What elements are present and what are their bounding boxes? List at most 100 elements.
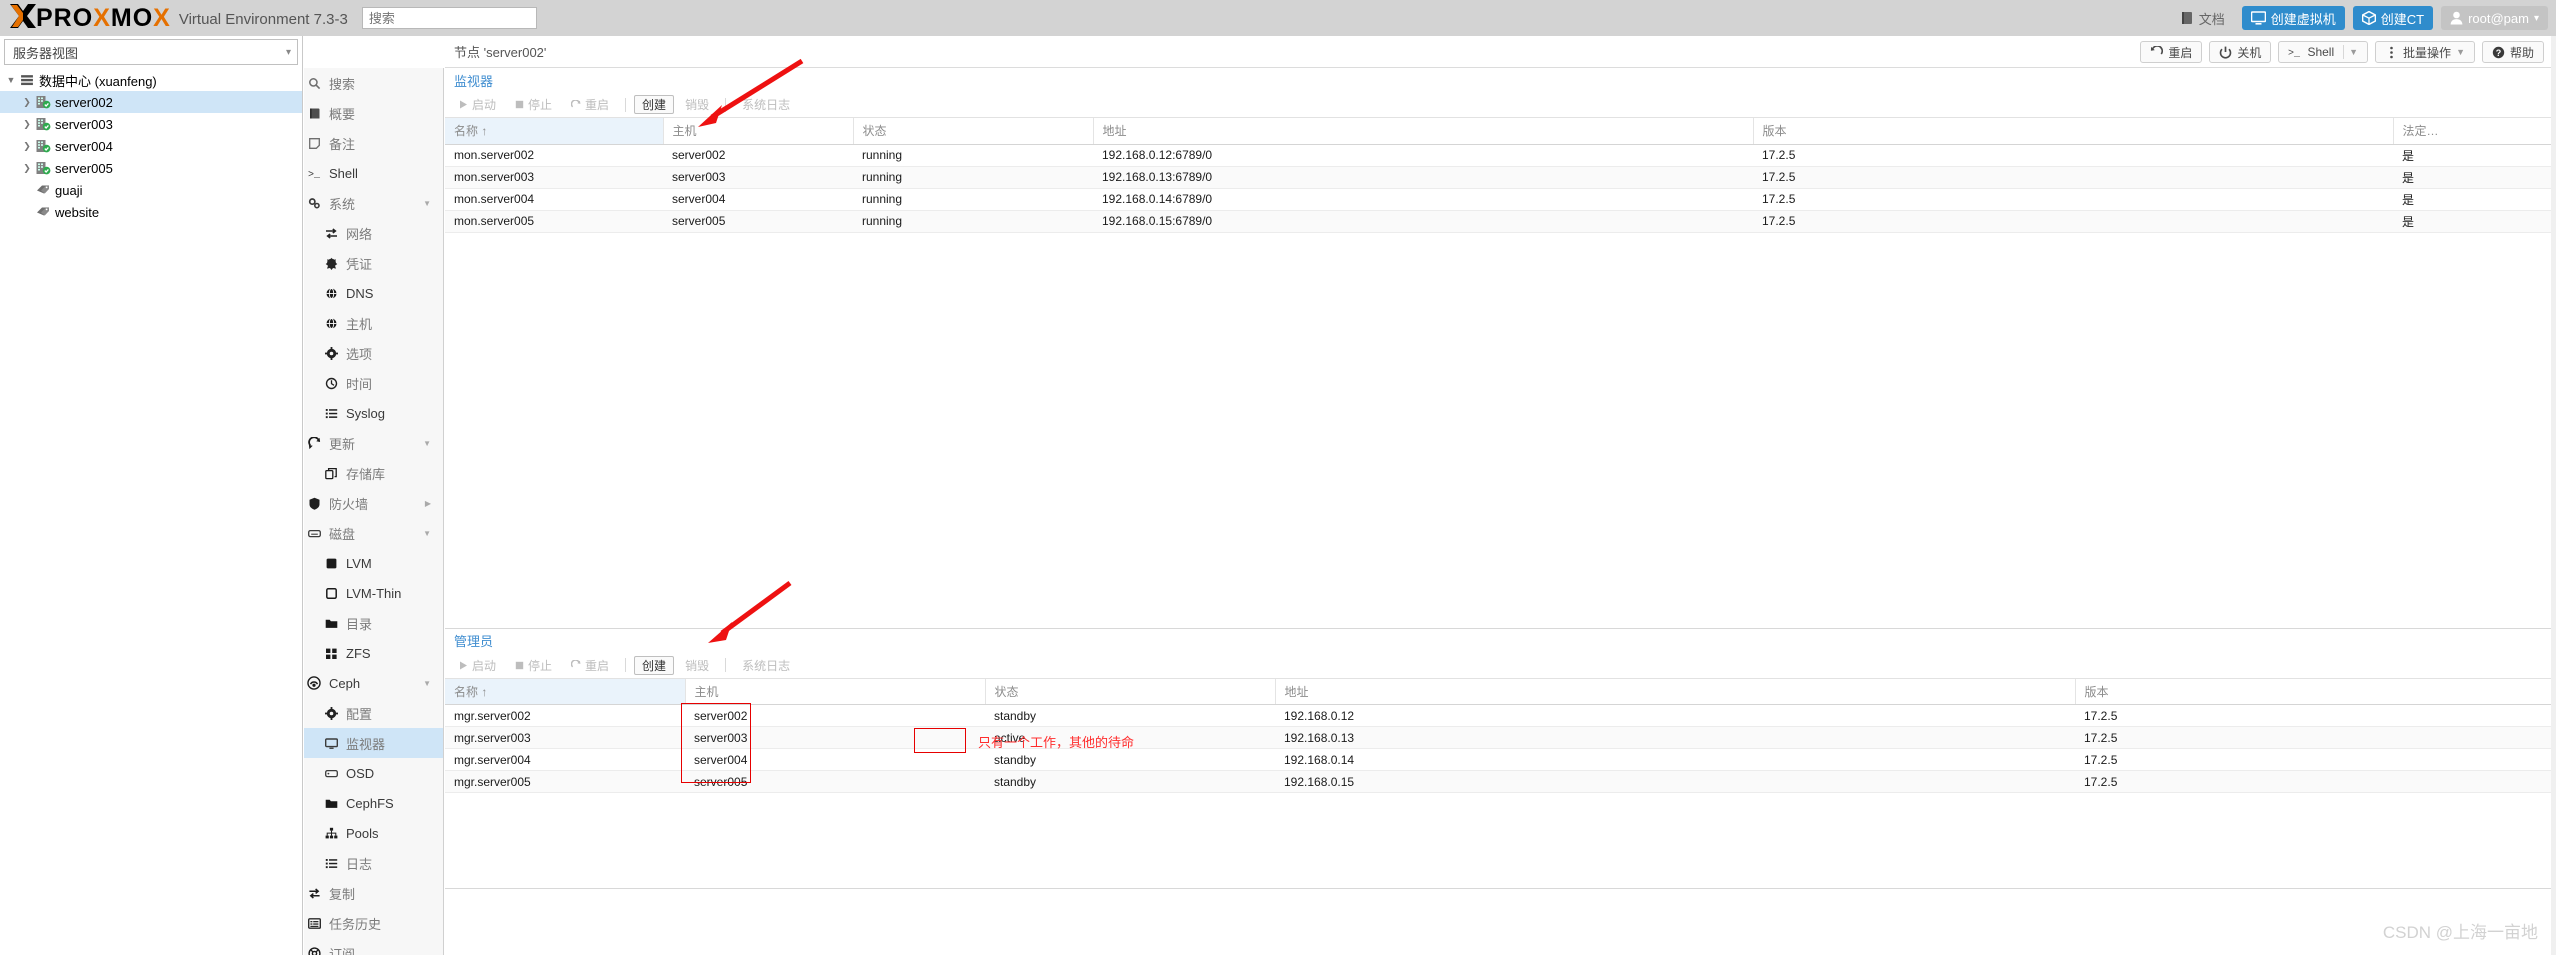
tree-item-server002[interactable]: ❯ server002 [0, 91, 302, 113]
node-action-[interactable]: 批量操作 ▼ [2375, 41, 2475, 63]
menu-item-[interactable]: 日志 [304, 848, 443, 878]
menu-item-dns[interactable]: DNS [304, 278, 443, 308]
vertical-scrollbar[interactable] [2551, 36, 2556, 955]
chevron-down-icon[interactable]: ▼ [2349, 47, 2358, 57]
menu-item-label: 备注 [329, 136, 356, 152]
monitor-restart-button[interactable]: 重启 [563, 95, 617, 114]
menu-item-[interactable]: 概要 [304, 98, 443, 128]
table-row[interactable]: mgr.server004 server004 standby 192.168.0.1… [445, 748, 2556, 771]
column-header[interactable]: 地址 [1275, 678, 2076, 705]
column-header[interactable]: 名称 ↑ [445, 678, 686, 705]
menu-item-[interactable]: 备注 [304, 128, 443, 158]
menu-item-[interactable]: 更新 ▼ [304, 428, 443, 458]
column-header[interactable]: 法定… [2393, 118, 2556, 145]
menu-item-lvmthin[interactable]: LVM-Thin [304, 578, 443, 608]
menu-item-cephfs[interactable]: CephFS [304, 788, 443, 818]
node-action-[interactable]: 关机 [2209, 41, 2272, 63]
manager-syslog-button[interactable]: 系统日志 [734, 656, 798, 675]
menu-item-ceph[interactable]: Ceph ▼ [304, 668, 443, 698]
menu-item-[interactable]: 存储库 [304, 458, 443, 488]
table-row[interactable]: mgr.server005 server005 standby 192.168.0.1… [445, 770, 2556, 793]
table-row[interactable]: mon.server002 server002 running 192.168.0.1… [445, 144, 2556, 167]
chevron-right-icon[interactable]: ❯ [20, 97, 34, 107]
menu-item-pools[interactable]: Pools [304, 818, 443, 848]
menu-item-[interactable]: 任务历史 [304, 908, 443, 938]
column-header[interactable]: 版本 [1753, 118, 2394, 145]
node-action-shell[interactable]: >_ Shell ▼ [2278, 41, 2369, 63]
manager-start-button[interactable]: 启动 [451, 656, 504, 675]
menu-item-[interactable]: 凭证 [304, 248, 443, 278]
menu-item-lvm[interactable]: LVM [304, 548, 443, 578]
manager-create-button[interactable]: 创建 [634, 655, 675, 675]
chevron-down-icon[interactable]: ▼ [423, 439, 431, 448]
manager-restart-button[interactable]: 重启 [563, 656, 617, 675]
monitor-stop-button[interactable]: 停止 [507, 95, 560, 114]
tree-item-label: server005 [55, 160, 113, 176]
tree-item-guaji[interactable]: guaji [0, 179, 302, 201]
menu-item-osd[interactable]: OSD [304, 758, 443, 788]
monitor-start-button[interactable]: 启动 [451, 95, 504, 114]
menu-item-[interactable]: 磁盘 ▼ [304, 518, 443, 548]
chevron-right-icon[interactable]: ❯ [20, 163, 34, 173]
tree-item-server003[interactable]: ❯ server003 [0, 113, 302, 135]
node-action-[interactable]: 重启 [2140, 41, 2203, 63]
manager-table-empty-space [445, 793, 2556, 888]
menu-item-[interactable]: 选项 [304, 338, 443, 368]
monitor-destroy-button[interactable]: 销毁 [677, 95, 717, 114]
cell-name: mon.server002 [445, 144, 663, 167]
manager-destroy-button[interactable]: 销毁 [677, 656, 717, 675]
menu-item-[interactable]: 复制 [304, 878, 443, 908]
docs-button[interactable]: 文档 [2170, 6, 2234, 30]
chevron-right-icon[interactable]: ❯ [20, 141, 34, 151]
create-ct-button[interactable]: 创建CT [2352, 6, 2434, 30]
monitor-create-button[interactable]: 创建 [634, 95, 675, 114]
column-header[interactable]: 主机 [663, 118, 854, 145]
menu-item-[interactable]: 目录 [304, 608, 443, 638]
table-row[interactable]: mon.server005 server005 running 192.168.0.1… [445, 210, 2556, 233]
menu-item-[interactable]: 搜索 [304, 68, 443, 98]
node-action-[interactable]: ? 帮助 [2481, 41, 2544, 63]
tree-item-server004[interactable]: ❯ server004 [0, 135, 302, 157]
table-row[interactable]: mon.server003 server003 running 192.168.0.1… [445, 166, 2556, 189]
column-header[interactable]: 版本 [2075, 678, 2556, 705]
column-header[interactable]: 地址 [1093, 118, 1754, 145]
view-selector[interactable]: 服务器视图 ▾ [4, 39, 298, 65]
create-vm-button[interactable]: 创建虚拟机 [2241, 6, 2345, 30]
user-menu-button[interactable]: root@pam ▾ [2441, 6, 2548, 30]
menu-item-[interactable]: 系统 ▼ [304, 188, 443, 218]
table-row[interactable]: mgr.server003 server003 active 192.168.0.13… [445, 726, 2556, 749]
chevron-down-icon[interactable]: ▼ [4, 75, 18, 85]
menu-item-[interactable]: 防火墙 ▶ [304, 488, 443, 518]
chevron-down-icon[interactable]: ▼ [423, 529, 431, 538]
chevron-right-icon[interactable]: ❯ [20, 119, 34, 129]
menu-item-[interactable]: 时间 [304, 368, 443, 398]
user-icon [2450, 11, 2463, 25]
search-input[interactable] [361, 7, 537, 29]
tree-item-xuanfeng[interactable]: ▼ 数据中心 (xuanfeng) [0, 69, 302, 91]
table-row[interactable]: mgr.server002 server002 standby 192.168.0.1… [445, 704, 2556, 727]
chevron-down-icon[interactable]: ▼ [423, 679, 431, 688]
menu-item-syslog[interactable]: Syslog [304, 398, 443, 428]
chevron-down-icon[interactable]: ▼ [423, 199, 431, 208]
tree-item-website[interactable]: website [0, 201, 302, 223]
column-header[interactable]: 名称 ↑ [445, 118, 664, 145]
tree-item-server005[interactable]: ❯ server005 [0, 157, 302, 179]
menu-item-[interactable]: 网络 [304, 218, 443, 248]
manager-stop-button[interactable]: 停止 [507, 656, 560, 675]
menu-item-[interactable]: 订阅 [304, 938, 443, 955]
column-header[interactable]: 状态 [985, 678, 1276, 705]
menu-item-[interactable]: 主机 [304, 308, 443, 338]
menu-item-shell[interactable]: >_ Shell [304, 158, 443, 188]
cell-host: server004 [685, 748, 985, 771]
menu-item-zfs[interactable]: ZFS [304, 638, 443, 668]
chevron-right-icon[interactable]: ▶ [425, 499, 431, 508]
menu-item-[interactable]: 监视器 [304, 728, 443, 758]
column-header[interactable]: 主机 [685, 678, 986, 705]
menu-item-[interactable]: 配置 [304, 698, 443, 728]
table-row[interactable]: mon.server004 server004 running 192.168.0.1… [445, 188, 2556, 211]
node-action-label: 关机 [2237, 45, 2262, 60]
chevron-down-icon[interactable]: ▼ [2456, 47, 2465, 57]
monitor-syslog-button[interactable]: 系统日志 [734, 95, 798, 114]
column-header[interactable]: 状态 [853, 118, 1094, 145]
manager-table-header-row: 名称 ↑ 主机 状态 地址 版本 [445, 678, 2556, 705]
